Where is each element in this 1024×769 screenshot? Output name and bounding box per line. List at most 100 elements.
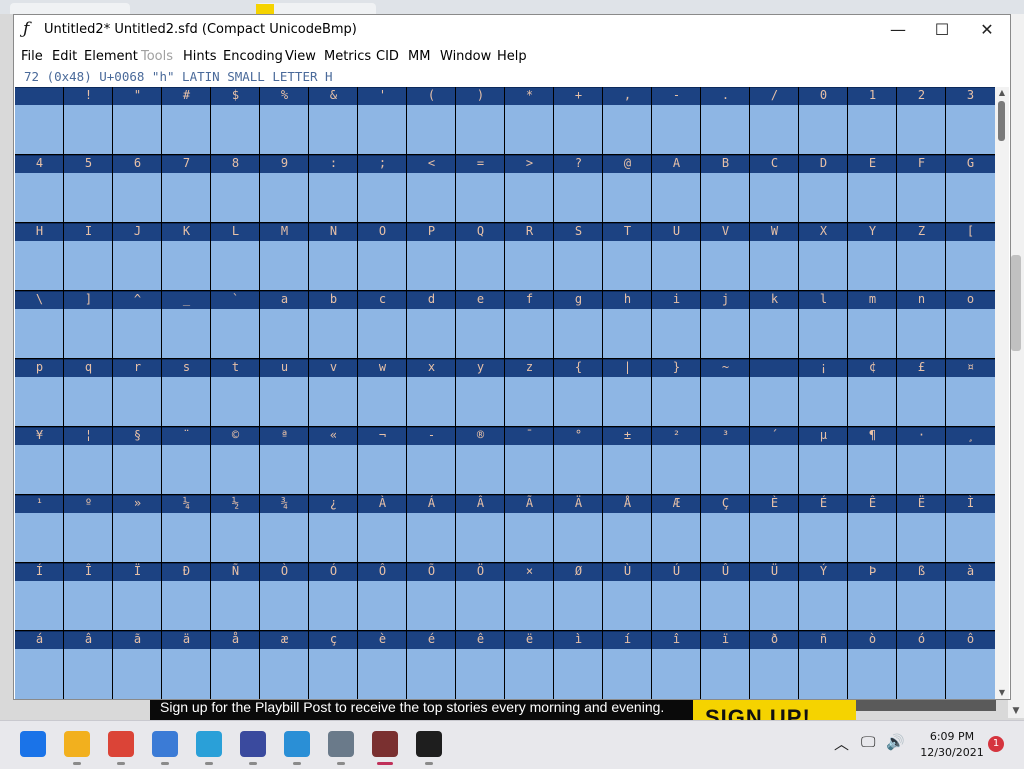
- glyph-cell[interactable]: ¢: [848, 359, 897, 427]
- glyph-cell[interactable]: [: [946, 223, 995, 291]
- glyph-cell[interactable]: O: [358, 223, 407, 291]
- glyph-cell[interactable]: e: [456, 291, 505, 359]
- glyph-cell[interactable]: ª: [260, 427, 309, 495]
- glyph-cell[interactable]: á: [15, 631, 64, 699]
- glyph-cell[interactable]: <: [407, 155, 456, 223]
- glyph-cell[interactable]: S: [554, 223, 603, 291]
- glyph-cell[interactable]: ?: [554, 155, 603, 223]
- glyph-cell[interactable]: ¦: [64, 427, 113, 495]
- glyph-cell[interactable]: ¼: [162, 495, 211, 563]
- glyph-cell[interactable]: #: [162, 87, 211, 155]
- glyph-cell[interactable]: -: [407, 427, 456, 495]
- glyph-cell[interactable]: J: [113, 223, 162, 291]
- glyph-cell[interactable]: G: [946, 155, 995, 223]
- glyph-cell[interactable]: æ: [260, 631, 309, 699]
- title-bar[interactable]: ƒ Untitled2* Untitled2.sfd (Compact Unic…: [14, 15, 1010, 44]
- glyph-cell[interactable]: Ð: [162, 563, 211, 631]
- glyph-cell[interactable]: V: [701, 223, 750, 291]
- glyph-cell[interactable]: É: [799, 495, 848, 563]
- menu-view[interactable]: View: [285, 49, 316, 64]
- menu-help[interactable]: Help: [497, 49, 527, 64]
- glyph-cell[interactable]: q: [64, 359, 113, 427]
- maximize-button[interactable]: ☐: [919, 15, 965, 44]
- glyph-cell[interactable]: 3: [946, 87, 995, 155]
- glyph-cell[interactable]: ¤: [946, 359, 995, 427]
- glyph-cell[interactable]: Z: [897, 223, 946, 291]
- glyph-cell[interactable]: 8: [211, 155, 260, 223]
- glyph-cell[interactable]: c: [358, 291, 407, 359]
- menu-window[interactable]: Window: [440, 49, 491, 64]
- glyph-cell[interactable]: 6: [113, 155, 162, 223]
- glyph-cell[interactable]: L: [211, 223, 260, 291]
- glyph-cell[interactable]: Þ: [848, 563, 897, 631]
- glyph-cell[interactable]: v: [309, 359, 358, 427]
- glyph-cell[interactable]: â: [64, 631, 113, 699]
- glyph-cell[interactable]: Ø: [554, 563, 603, 631]
- glyph-cell[interactable]: {: [554, 359, 603, 427]
- glyph-cell[interactable]: À: [358, 495, 407, 563]
- glyph-cell[interactable]: ¯: [505, 427, 554, 495]
- glyph-cell[interactable]: ¿: [309, 495, 358, 563]
- glyph-cell[interactable]: Á: [407, 495, 456, 563]
- glyph-cell[interactable]: ç: [309, 631, 358, 699]
- glyph-cell[interactable]: °: [554, 427, 603, 495]
- glyph-cell[interactable]: ": [113, 87, 162, 155]
- glyph-cell[interactable]: A: [652, 155, 701, 223]
- glyph-cell[interactable]: Ë: [897, 495, 946, 563]
- glyph-cell[interactable]: b: [309, 291, 358, 359]
- glyph-cell[interactable]: N: [309, 223, 358, 291]
- glyph-cell[interactable]: Â: [456, 495, 505, 563]
- menu-hints[interactable]: Hints: [183, 49, 217, 64]
- glyph-cell[interactable]: m: [848, 291, 897, 359]
- glyph-cell[interactable]: _: [162, 291, 211, 359]
- glyph-cell[interactable]: 7: [162, 155, 211, 223]
- glyph-cell[interactable]: C: [750, 155, 799, 223]
- glyph-cell[interactable]: ¡: [799, 359, 848, 427]
- glyph-cell[interactable]: §: [113, 427, 162, 495]
- 3d-cube-icon[interactable]: [328, 731, 354, 757]
- glyph-cell[interactable]: Ó: [309, 563, 358, 631]
- clock-time[interactable]: 6:09 PM: [921, 730, 983, 743]
- glyph-cell[interactable]: K: [162, 223, 211, 291]
- edge-browser-icon[interactable]: [196, 731, 222, 757]
- glyph-cell[interactable]: ¥: [15, 427, 64, 495]
- scrollbar-thumb[interactable]: [998, 101, 1005, 141]
- glyph-cell[interactable]: .: [701, 87, 750, 155]
- volume-icon[interactable]: 🔊: [886, 733, 905, 751]
- glyph-cell[interactable]: :: [309, 155, 358, 223]
- file-explorer-icon[interactable]: [64, 731, 90, 757]
- glyph-cell[interactable]: ß: [897, 563, 946, 631]
- glyph-cell[interactable]: D: [799, 155, 848, 223]
- glyph-cell[interactable]: >: [505, 155, 554, 223]
- glyph-cell[interactable]: Ç: [701, 495, 750, 563]
- glyph-cell[interactable]: Ï: [113, 563, 162, 631]
- glyph-cell[interactable]: Y: [848, 223, 897, 291]
- glyph-cell[interactable]: Ö: [456, 563, 505, 631]
- glyph-cell[interactable]: Ê: [848, 495, 897, 563]
- glyph-cell[interactable]: Ä: [554, 495, 603, 563]
- glyph-cell[interactable]: ): [456, 87, 505, 155]
- menu-element[interactable]: Element: [84, 49, 138, 64]
- glyph-cell[interactable]: !: [64, 87, 113, 155]
- glyph-cell[interactable]: Î: [64, 563, 113, 631]
- glyph-cell[interactable]: a: [260, 291, 309, 359]
- glyph-cell[interactable]: ,: [603, 87, 652, 155]
- glyph-cell[interactable]: ¾: [260, 495, 309, 563]
- glyph-cell[interactable]: è: [358, 631, 407, 699]
- glyph-cell[interactable]: l: [799, 291, 848, 359]
- glyph-cell[interactable]: &: [309, 87, 358, 155]
- glyph-cell[interactable]: ²: [652, 427, 701, 495]
- glyph-cell[interactable]: £: [897, 359, 946, 427]
- glyph-cell[interactable]: È: [750, 495, 799, 563]
- glyph-cell[interactable]: s: [162, 359, 211, 427]
- glyph-cell[interactable]: Ñ: [211, 563, 260, 631]
- glyph-cell[interactable]: ¶: [848, 427, 897, 495]
- glyph-cell[interactable]: Û: [701, 563, 750, 631]
- glyph-cell[interactable]: W: [750, 223, 799, 291]
- glyph-cell[interactable]: ×: [505, 563, 554, 631]
- glyph-cell[interactable]: F: [897, 155, 946, 223]
- glyph-cell[interactable]: ¨: [162, 427, 211, 495]
- glyph-cell[interactable]: ï: [701, 631, 750, 699]
- menu-cid[interactable]: CID: [376, 49, 399, 64]
- microsoft-store-icon[interactable]: [152, 731, 178, 757]
